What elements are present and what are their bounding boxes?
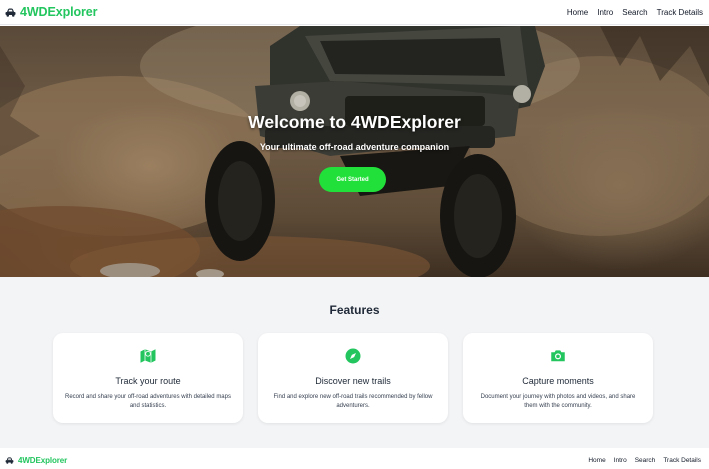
footer-link-home[interactable]: Home xyxy=(588,457,605,464)
compass-icon xyxy=(345,348,361,364)
nav-link-home[interactable]: Home xyxy=(567,8,588,17)
hero-title: Welcome to 4WDExplorer xyxy=(248,112,461,132)
features-title: Features xyxy=(329,303,380,317)
footer-nav-links: Home Intro Search Track Details xyxy=(588,457,701,464)
features-section: Features Track your route Record and sha… xyxy=(0,277,709,448)
brand-name: 4WDExplorer xyxy=(20,5,98,19)
hero-subtitle: Your ultimate off-road adventure compani… xyxy=(259,142,450,152)
nav-link-track-details[interactable]: Track Details xyxy=(657,8,703,17)
brand[interactable]: 4WDExplorer xyxy=(5,5,98,19)
footer-brand-name: 4WDExplorer xyxy=(18,456,68,465)
feature-title: Capture moments xyxy=(522,376,594,386)
top-navbar: 4WDExplorer Home Intro Search Track Deta… xyxy=(0,0,709,25)
bottom-navbar: 4WDExplorer Home Intro Search Track Deta… xyxy=(0,452,709,469)
nav-link-search[interactable]: Search xyxy=(622,8,647,17)
feature-title: Discover new trails xyxy=(315,376,391,386)
footer-link-intro[interactable]: Intro xyxy=(614,457,627,464)
feature-description: Record and share your off-road adventure… xyxy=(65,394,231,409)
feature-card-track-route: Track your route Record and share your o… xyxy=(53,333,243,423)
camera-icon xyxy=(551,350,565,362)
feature-description: Find and explore new off-road trails rec… xyxy=(273,394,433,409)
feature-card-discover-trails: Discover new trails Find and explore new… xyxy=(258,333,448,423)
map-icon xyxy=(140,349,156,363)
footer-link-search[interactable]: Search xyxy=(635,457,656,464)
car-icon xyxy=(5,457,14,464)
footer-brand[interactable]: 4WDExplorer xyxy=(5,456,67,465)
nav-links: Home Intro Search Track Details xyxy=(567,8,703,17)
feature-description: Document your journey with photos and vi… xyxy=(480,394,636,409)
footer-link-track-details[interactable]: Track Details xyxy=(663,457,701,464)
hero-section: Welcome to 4WDExplorer Your ultimate off… xyxy=(0,26,709,277)
feature-title: Track your route xyxy=(115,376,181,386)
get-started-button[interactable]: Get Started xyxy=(319,167,386,192)
nav-link-intro[interactable]: Intro xyxy=(597,8,613,17)
car-icon xyxy=(5,8,16,17)
feature-card-capture-moments: Capture moments Document your journey wi… xyxy=(463,333,653,423)
